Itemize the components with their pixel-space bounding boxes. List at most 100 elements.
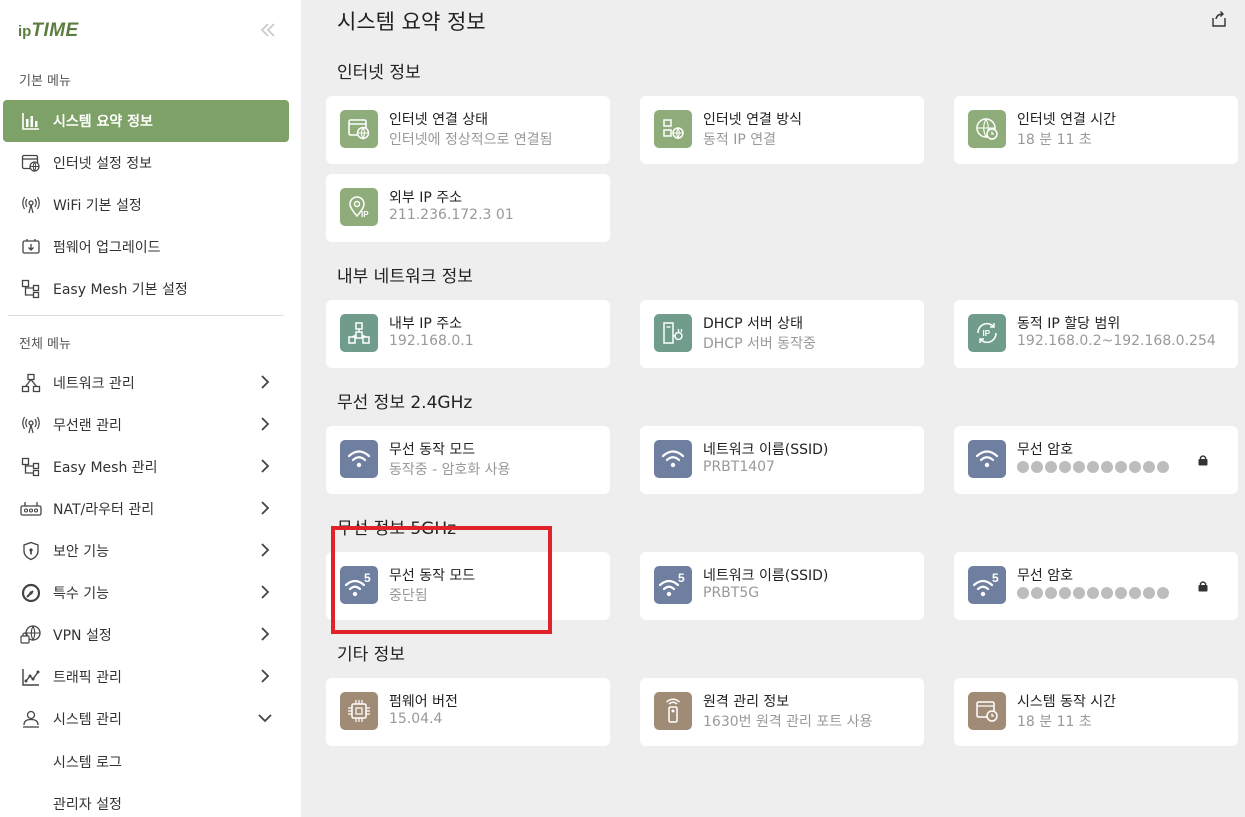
wifi-badge: 5 — [678, 571, 685, 585]
menu-label: VPN 설정 — [53, 628, 112, 644]
menu-network-management[interactable]: 네트워크 관리 — [3, 362, 289, 404]
vpn-globe-icon — [20, 624, 42, 646]
card-title: 무선 암호 — [1017, 568, 1073, 584]
menu-nat-router[interactable]: NAT/라우터 관리 — [3, 488, 289, 530]
card-value: 동작중 - 암호화 사용 — [389, 462, 511, 478]
wifi-icon — [968, 440, 1006, 478]
menu-label: 보안 기능 — [53, 544, 109, 560]
menu-system-summary[interactable]: 시스템 요약 정보 — [3, 100, 289, 142]
menu-firmware-upgrade[interactable]: 펌웨어 업그레이드 — [3, 226, 289, 268]
menu-label: 인터넷 설정 정보 — [53, 156, 153, 172]
chevron-down-icon — [258, 714, 272, 723]
remote-icon — [654, 692, 692, 730]
card-dynamic-ip-range[interactable]: IP 동적 IP 할당 범위 192.168.0.2~192.168.0.254 — [954, 300, 1238, 368]
chevron-right-icon — [261, 375, 270, 389]
export-icon — [1212, 11, 1226, 27]
card-remote-management[interactable]: 원격 관리 정보 1630번 원격 관리 포트 사용 — [640, 678, 924, 746]
logo-ip-text: ip — [18, 23, 32, 40]
card-internet-connection-time[interactable]: 인터넷 연결 시간 18 분 11 초 — [954, 96, 1238, 164]
submenu-admin-settings[interactable]: 관리자 설정 — [53, 794, 122, 814]
logo-time-text: TIME — [31, 20, 79, 41]
traffic-chart-icon — [20, 666, 42, 688]
card-dhcp-status[interactable]: DHCP 서버 상태 DHCP 서버 동작중 — [640, 300, 924, 368]
svg-text:IP: IP — [361, 210, 369, 219]
ip-pin-icon: IP — [340, 188, 378, 226]
network-nodes-icon — [340, 314, 378, 352]
card-value: 인터넷에 정상적으로 연결됨 — [389, 132, 553, 148]
admin-icon — [20, 708, 42, 730]
card-firmware-version[interactable]: 펌웨어 버전 15.04.4 — [326, 678, 610, 746]
card-wifi24-mode[interactable]: 무선 동작 모드 동작중 - 암호화 사용 — [326, 426, 610, 494]
card-wifi5-ssid[interactable]: 5 네트워크 이름(SSID) PRBT5G — [640, 552, 924, 620]
menu-label: Easy Mesh 관리 — [53, 460, 158, 476]
bar-chart-icon — [20, 110, 42, 132]
card-wifi24-ssid[interactable]: 네트워크 이름(SSID) PRBT1407 — [640, 426, 924, 494]
submenu-system-log[interactable]: 시스템 로그 — [53, 752, 122, 772]
card-internet-connection-type[interactable]: 인터넷 연결 방식 동적 IP 연결 — [640, 96, 924, 164]
iptime-logo[interactable]: ip TIME — [18, 20, 79, 41]
menu-easymesh-basic[interactable]: Easy Mesh 기본 설정 — [3, 268, 289, 310]
firmware-icon — [20, 236, 42, 258]
menu-easymesh-management[interactable]: Easy Mesh 관리 — [3, 446, 289, 488]
chevron-right-icon — [261, 627, 270, 641]
masked-password — [1017, 587, 1169, 599]
dhcp-server-icon — [654, 314, 692, 352]
card-title: DHCP 서버 상태 — [703, 316, 803, 332]
chip-icon — [340, 692, 378, 730]
globe-clock-icon — [968, 110, 1006, 148]
card-internet-status[interactable]: 인터넷 연결 상태 인터넷에 정상적으로 연결됨 — [326, 96, 610, 164]
lock-icon[interactable] — [1197, 580, 1209, 592]
card-internal-ip[interactable]: 내부 IP 주소 192.168.0.1 — [326, 300, 610, 368]
menu-system-management[interactable]: 시스템 관리 — [3, 698, 289, 740]
card-value: 18 분 11 초 — [1017, 132, 1092, 148]
menu-label: 펌웨어 업그레이드 — [53, 240, 161, 256]
card-value: 211.236.172.3 01 — [389, 207, 514, 223]
chevron-right-icon — [261, 585, 270, 599]
shield-icon — [20, 540, 42, 562]
svg-text:IP: IP — [983, 329, 991, 338]
menu-label: Easy Mesh 기본 설정 — [53, 282, 188, 298]
menu-label: 시스템 관리 — [53, 712, 122, 728]
wifi-5g-icon: 5 — [654, 566, 692, 604]
internet-status-icon — [340, 110, 378, 148]
chevron-right-icon — [261, 543, 270, 557]
menu-label: WiFi 기본 설정 — [53, 198, 142, 214]
full-menu-heading: 전체 메뉴 — [19, 337, 71, 352]
chevron-right-icon — [261, 501, 270, 515]
menu-security[interactable]: 보안 기능 — [3, 530, 289, 572]
card-title: 외부 IP 주소 — [389, 190, 462, 206]
menu-traffic-management[interactable]: 트래픽 관리 — [3, 656, 289, 698]
section-title-other: 기타 정보 — [337, 645, 405, 665]
card-value: 18 분 11 초 — [1017, 714, 1092, 730]
card-wifi5-password[interactable]: 5 무선 암호 — [954, 552, 1238, 620]
menu-internet-settings[interactable]: 인터넷 설정 정보 — [3, 142, 289, 184]
wifi-icon — [654, 440, 692, 478]
masked-password — [1017, 461, 1169, 473]
lock-icon[interactable] — [1197, 454, 1209, 466]
menu-wireless-management[interactable]: 무선랜 관리 — [3, 404, 289, 446]
menu-wifi-basic[interactable]: WiFi 기본 설정 — [3, 184, 289, 226]
menu-label: 특수 기능 — [53, 586, 109, 602]
mesh-icon — [20, 456, 42, 478]
sidebar: ip TIME 기본 메뉴 시스템 요약 정보 인터넷 설정 정보 WiFi 기본… — [0, 0, 301, 817]
chevron-right-icon — [261, 669, 270, 683]
wifi-antenna-icon — [20, 414, 42, 436]
connection-type-icon — [654, 110, 692, 148]
menu-vpn-settings[interactable]: VPN 설정 — [3, 614, 289, 656]
page-title: 시스템 요약 정보 — [337, 10, 486, 34]
card-wifi24-password[interactable]: 무선 암호 — [954, 426, 1238, 494]
network-icon — [20, 372, 42, 394]
export-button[interactable] — [1209, 9, 1229, 29]
chevron-right-icon — [261, 459, 270, 473]
card-title: 시스템 동작 시간 — [1017, 694, 1117, 710]
router-icon — [20, 498, 42, 520]
menu-special-functions[interactable]: 특수 기능 — [3, 572, 289, 614]
card-system-uptime[interactable]: 시스템 동작 시간 18 분 11 초 — [954, 678, 1238, 746]
wifi-antenna-icon — [20, 194, 42, 216]
card-title: 네트워크 이름(SSID) — [703, 442, 829, 458]
section-title-internet: 인터넷 정보 — [337, 63, 421, 83]
card-title: 원격 관리 정보 — [703, 694, 790, 710]
ip-refresh-icon: IP — [968, 314, 1006, 352]
collapse-sidebar-button[interactable] — [258, 20, 278, 40]
card-external-ip[interactable]: IP 외부 IP 주소 211.236.172.3 01 — [326, 174, 610, 242]
